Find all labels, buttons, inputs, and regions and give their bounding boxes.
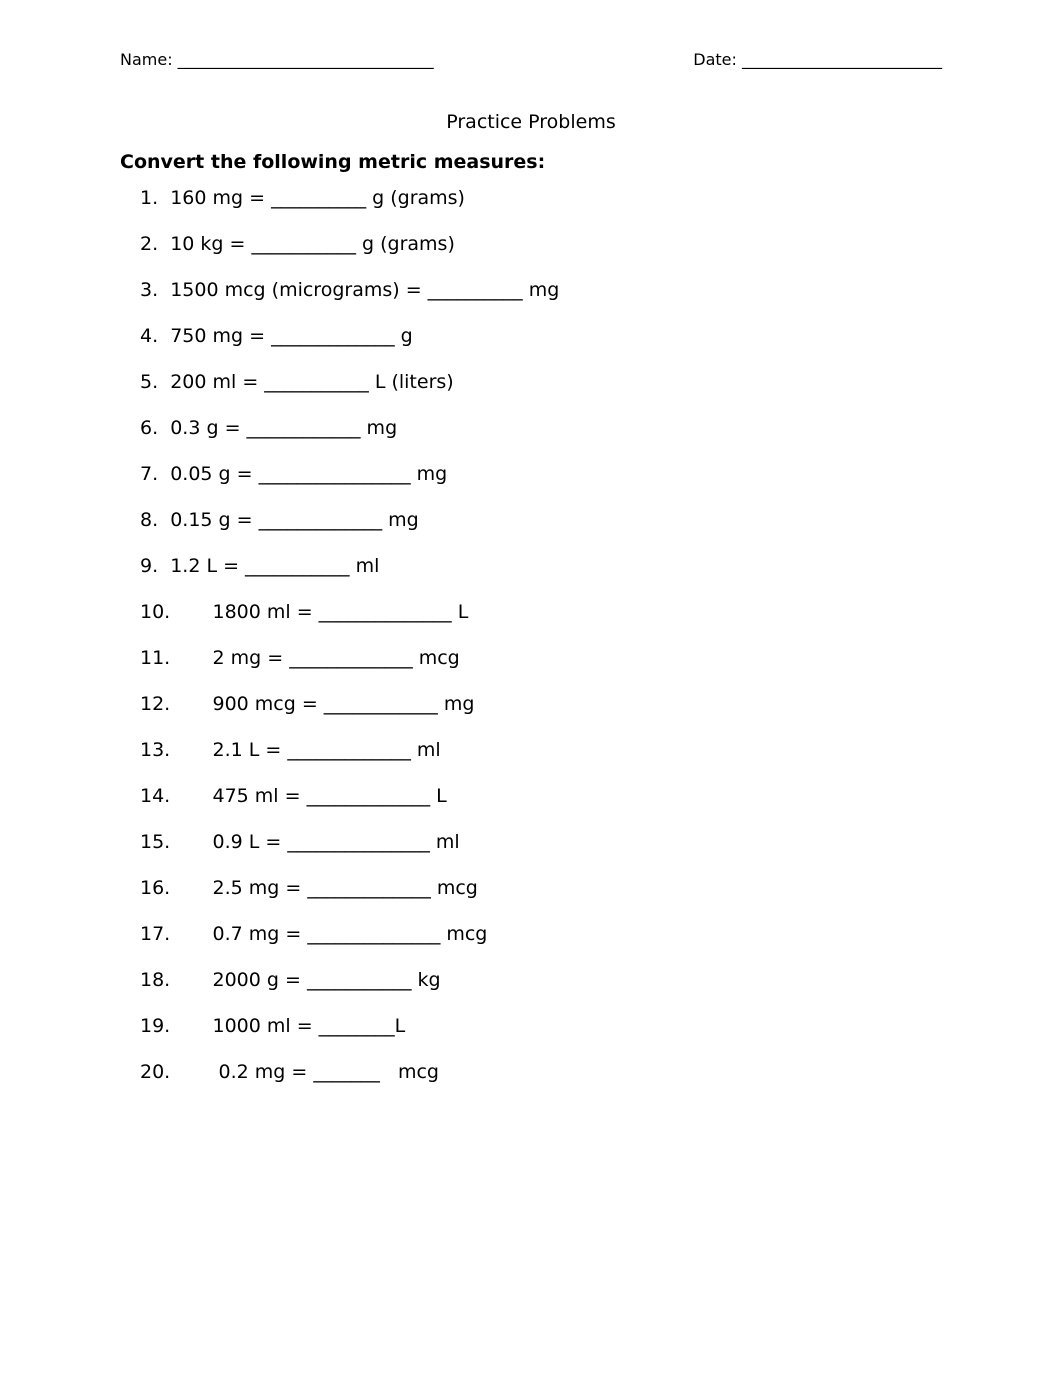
problem-item: 8. 0.15 g = _____________ mg: [140, 509, 942, 531]
problem-item: 5. 200 ml = ___________ L (liters): [140, 371, 942, 393]
problem-item: 19. 1000 ml = ________L: [140, 1015, 942, 1037]
problem-item: 6. 0.3 g = ____________ mg: [140, 417, 942, 439]
problem-item: 14. 475 ml = _____________ L: [140, 785, 942, 807]
problem-item: 13. 2.1 L = _____________ ml: [140, 739, 942, 761]
problem-item: 15. 0.9 L = _______________ ml: [140, 831, 942, 853]
date-field-label: Date: _________________________: [693, 50, 942, 69]
page-title: Practice Problems: [120, 111, 942, 133]
problem-item: 2. 10 kg = ___________ g (grams): [140, 233, 942, 255]
problem-item: 12. 900 mcg = ____________ mg: [140, 693, 942, 715]
name-field-label: Name: ________________________________: [120, 50, 434, 69]
problem-item: 4. 750 mg = _____________ g: [140, 325, 942, 347]
problem-item: 18. 2000 g = ___________ kg: [140, 969, 942, 991]
problems-list: 1. 160 mg = __________ g (grams) 2. 10 k…: [120, 187, 942, 1083]
problem-item: 1. 160 mg = __________ g (grams): [140, 187, 942, 209]
problem-item: 17. 0.7 mg = ______________ mcg: [140, 923, 942, 945]
problem-item: 10. 1800 ml = ______________ L: [140, 601, 942, 623]
problem-item: 11. 2 mg = _____________ mcg: [140, 647, 942, 669]
problem-item: 9. 1.2 L = ___________ ml: [140, 555, 942, 577]
directions-heading: Convert the following metric measures:: [120, 151, 942, 173]
problem-item: 7. 0.05 g = ________________ mg: [140, 463, 942, 485]
problem-item: 3. 1500 mcg (micrograms) = __________ mg: [140, 279, 942, 301]
header-row: Name: ________________________________ D…: [120, 50, 942, 69]
problem-item: 20. 0.2 mg = _______ mcg: [140, 1061, 942, 1083]
problem-item: 16. 2.5 mg = _____________ mcg: [140, 877, 942, 899]
